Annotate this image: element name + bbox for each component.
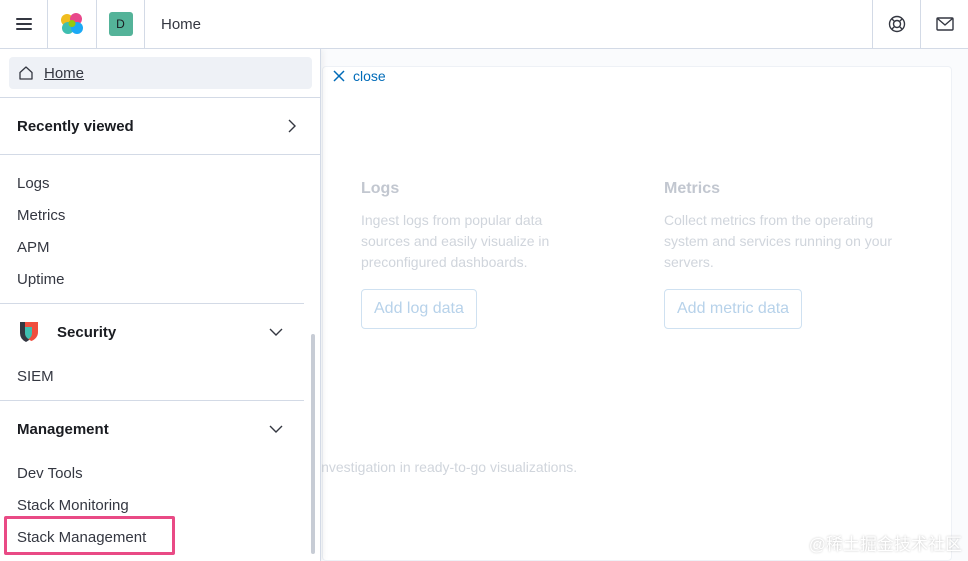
nav-link-logs[interactable]: Logs xyxy=(17,175,50,192)
logs-desc-3: preconfigured dashboards. xyxy=(361,254,528,270)
metrics-card: Metrics Collect metrics from the operati… xyxy=(664,180,924,273)
metrics-title: Metrics xyxy=(664,180,721,197)
nav-drawer: Home Recently viewed Logs Metrics APM Up… xyxy=(0,49,321,561)
hamburger-icon xyxy=(15,18,32,30)
breadcrumb: Home xyxy=(161,15,202,33)
elastic-logo[interactable] xyxy=(48,0,97,48)
nav-home-label: Home xyxy=(44,64,85,82)
recently-viewed-heading[interactable]: Recently viewed xyxy=(17,118,134,135)
nav-link-stack-monitoring[interactable]: Stack Monitoring xyxy=(17,497,129,514)
add-log-data-button[interactable]: Add log data xyxy=(361,289,477,329)
nav-link-siem[interactable]: SIEM xyxy=(17,368,54,385)
space-selector[interactable]: D xyxy=(97,0,145,48)
newsfeed-button[interactable] xyxy=(920,0,968,48)
chevron-down-icon[interactable] xyxy=(268,324,284,340)
chevron-right-icon[interactable] xyxy=(284,118,300,134)
management-heading[interactable]: Management xyxy=(17,421,109,438)
partial-description: investigation in ready-to-go visualizati… xyxy=(318,459,578,475)
elastic-logo-icon xyxy=(61,13,83,34)
logs-title: Logs xyxy=(361,180,400,197)
security-heading[interactable]: Security xyxy=(57,324,116,341)
menu-toggle-button[interactable] xyxy=(0,0,48,48)
highlight-box xyxy=(4,516,175,555)
nav-home[interactable]: Home xyxy=(9,57,312,89)
divider xyxy=(0,400,304,401)
add-metric-data-button[interactable]: Add metric data xyxy=(664,289,803,329)
help-lifebuoy-icon xyxy=(888,15,905,33)
metrics-desc-2: system and services running on your xyxy=(664,233,892,249)
security-logo-icon xyxy=(20,322,38,342)
divider xyxy=(0,97,320,98)
home-icon xyxy=(19,66,33,80)
space-avatar: D xyxy=(108,12,133,36)
nav-link-apm[interactable]: APM xyxy=(17,239,50,256)
logs-desc-2: sources and easily visualize in xyxy=(361,233,550,249)
help-button[interactable] xyxy=(872,0,920,48)
drawer-scrollbar[interactable] xyxy=(311,334,315,554)
top-header: D Home xyxy=(0,0,968,49)
divider xyxy=(0,303,304,304)
close-label: close xyxy=(353,68,386,84)
divider xyxy=(0,154,320,155)
nav-link-metrics[interactable]: Metrics xyxy=(17,207,65,224)
watermark: @稀土掘金技术社区 xyxy=(808,535,962,554)
metrics-desc-3: servers. xyxy=(664,254,714,270)
mail-icon xyxy=(935,17,954,31)
close-icon xyxy=(333,70,345,82)
logs-desc-1: Ingest logs from popular data xyxy=(361,212,543,228)
chevron-down-icon[interactable] xyxy=(268,421,284,437)
metrics-desc-1: Collect metrics from the operating xyxy=(664,212,874,228)
logs-card: Logs Ingest logs from popular data sourc… xyxy=(361,180,581,273)
nav-link-uptime[interactable]: Uptime xyxy=(17,271,65,288)
nav-link-dev-tools[interactable]: Dev Tools xyxy=(17,465,83,482)
close-link[interactable]: close xyxy=(333,68,386,84)
